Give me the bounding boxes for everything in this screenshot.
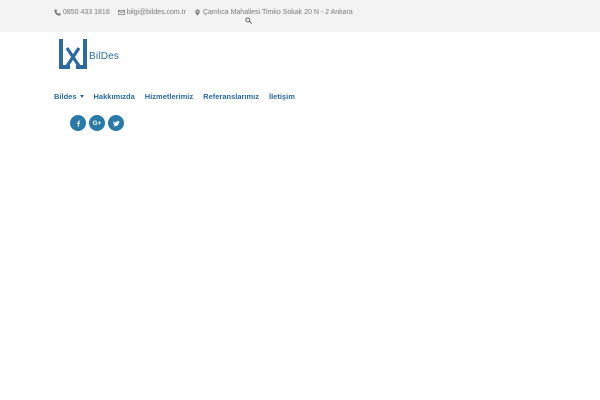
- facebook-button[interactable]: [70, 115, 86, 131]
- facebook-icon: [76, 120, 80, 127]
- nav-item-iletisim[interactable]: İletişim: [269, 92, 295, 101]
- twitter-button[interactable]: [108, 115, 124, 131]
- twitter-icon: [112, 120, 120, 126]
- map-marker-icon: [195, 8, 200, 16]
- logo-text: BilDes: [89, 51, 120, 62]
- contact-phone[interactable]: 0850 433 1818: [54, 9, 110, 16]
- address-text: Çamlıca Mahallesi Timko Sokak 20 N - 2 A…: [202, 8, 353, 16]
- contact-email[interactable]: bilgi@bildes.com.tr: [117, 8, 186, 16]
- nav-item-hizmetlerimiz[interactable]: Hizmetlerimiz: [145, 92, 193, 101]
- search-button[interactable]: [244, 16, 253, 25]
- contact-info: 0850 433 1818 bilgi@bildes.com.tr Çamlıc…: [54, 6, 361, 18]
- main-nav: Bildes Hakkımızda Hizmetlerimiz Referans…: [54, 90, 305, 102]
- nav-item-label: Referanslarımız: [203, 91, 260, 101]
- nav-item-label: Bildes: [54, 91, 77, 101]
- email-text: bilgi@bildes.com.tr: [126, 8, 186, 16]
- search-icon: [245, 17, 252, 24]
- site-logo[interactable]: BilDes: [58, 38, 122, 70]
- caret-down-icon: [79, 94, 84, 98]
- envelope-icon: [117, 9, 125, 15]
- nav-item-bildes[interactable]: Bildes: [54, 92, 84, 101]
- nav-item-label: Hizmetlerimiz: [144, 91, 194, 101]
- nav-item-label: İletişim: [269, 91, 295, 101]
- phone-icon: [54, 8, 61, 16]
- contact-address: Çamlıca Mahallesi Timko Sokak 20 N - 2 A…: [194, 9, 353, 16]
- nav-item-referanslarimiz[interactable]: Referanslarımız: [203, 92, 259, 101]
- top-bar: 0850 433 1818 bilgi@bildes.com.tr Çamlıc…: [0, 0, 600, 32]
- social-links: G+: [70, 115, 127, 131]
- google-plus-button[interactable]: G+: [89, 115, 105, 131]
- nav-item-hakkimizda[interactable]: Hakkımızda: [94, 92, 135, 101]
- phone-text: 0850 433 1818: [63, 8, 110, 16]
- google-plus-icon: G+: [92, 119, 102, 127]
- bildes-logo-mark: [59, 39, 87, 69]
- nav-item-label: Hakkımızda: [93, 91, 135, 101]
